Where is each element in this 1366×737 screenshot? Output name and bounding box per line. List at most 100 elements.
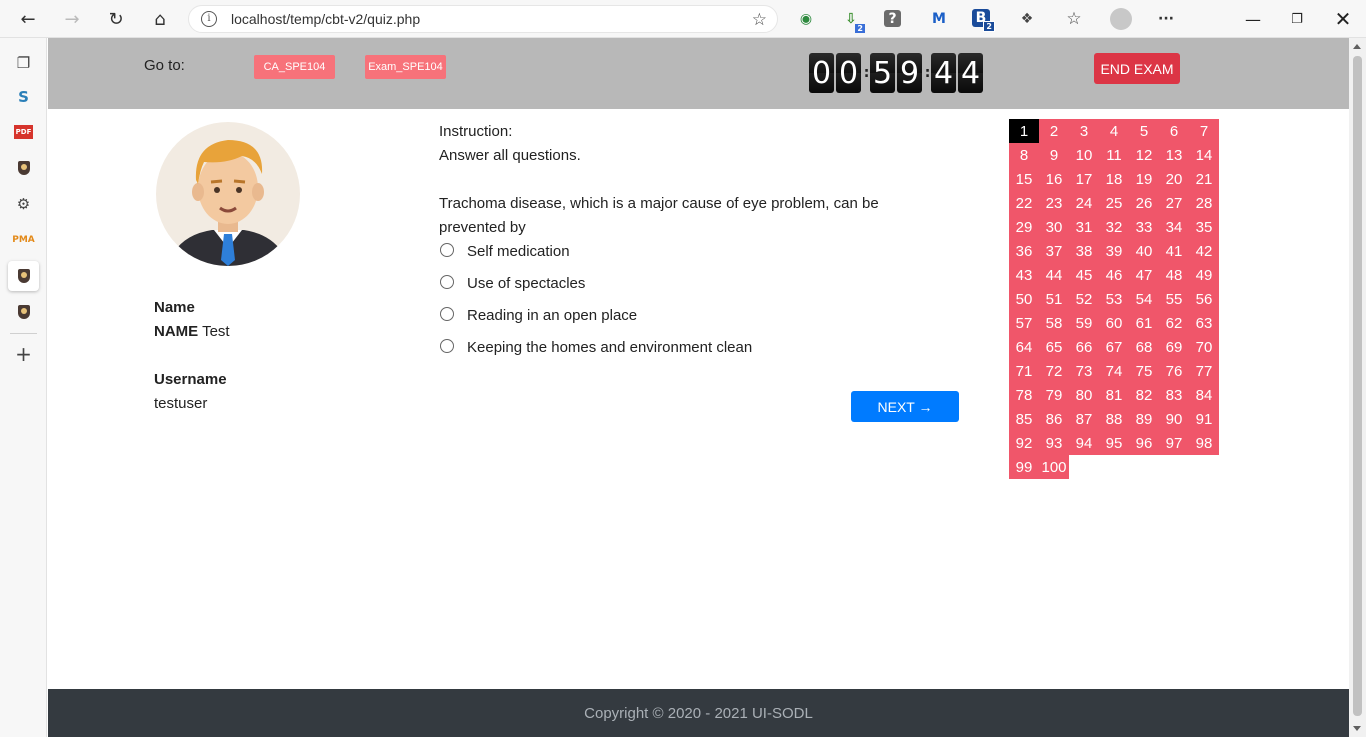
question-number-65[interactable]: 65 — [1039, 335, 1069, 359]
question-number-59[interactable]: 59 — [1069, 311, 1099, 335]
question-number-74[interactable]: 74 — [1099, 359, 1129, 383]
course-button-exam[interactable]: Exam_SPE104 — [365, 55, 446, 79]
question-number-2[interactable]: 2 — [1039, 119, 1069, 143]
question-number-52[interactable]: 52 — [1069, 287, 1099, 311]
question-number-43[interactable]: 43 — [1009, 263, 1039, 287]
question-number-66[interactable]: 66 — [1069, 335, 1099, 359]
question-number-25[interactable]: 25 — [1099, 191, 1129, 215]
question-number-51[interactable]: 51 — [1039, 287, 1069, 311]
extension-globe-icon[interactable]: ◉ — [795, 8, 817, 30]
favorites-icon[interactable]: ☆ — [1063, 8, 1085, 30]
question-number-56[interactable]: 56 — [1189, 287, 1219, 311]
question-number-85[interactable]: 85 — [1009, 407, 1039, 431]
question-number-79[interactable]: 79 — [1039, 383, 1069, 407]
site-info-icon[interactable]: i — [201, 11, 217, 27]
question-number-62[interactable]: 62 — [1159, 311, 1189, 335]
close-icon[interactable]: ✕ — [1328, 6, 1358, 32]
shield-app-icon[interactable] — [8, 153, 39, 183]
question-number-23[interactable]: 23 — [1039, 191, 1069, 215]
question-number-31[interactable]: 31 — [1069, 215, 1099, 239]
question-number-24[interactable]: 24 — [1069, 191, 1099, 215]
question-number-82[interactable]: 82 — [1129, 383, 1159, 407]
pdf-icon[interactable]: PDF — [8, 117, 39, 147]
restore-icon[interactable]: ❐ — [1282, 6, 1312, 32]
question-number-95[interactable]: 95 — [1099, 431, 1129, 455]
pma-icon[interactable]: PMA — [8, 225, 39, 255]
tabs-icon[interactable]: ❐ — [8, 48, 39, 78]
sync-s-icon[interactable]: S — [8, 82, 39, 112]
question-number-9[interactable]: 9 — [1039, 143, 1069, 167]
question-number-34[interactable]: 34 — [1159, 215, 1189, 239]
question-number-12[interactable]: 12 — [1129, 143, 1159, 167]
question-number-83[interactable]: 83 — [1159, 383, 1189, 407]
address-bar[interactable]: i localhost/temp/cbt-v2/quiz.php ☆ — [188, 5, 778, 33]
question-number-3[interactable]: 3 — [1069, 119, 1099, 143]
question-number-54[interactable]: 54 — [1129, 287, 1159, 311]
question-number-7[interactable]: 7 — [1189, 119, 1219, 143]
question-number-48[interactable]: 48 — [1159, 263, 1189, 287]
question-number-57[interactable]: 57 — [1009, 311, 1039, 335]
option-radio[interactable] — [440, 275, 454, 289]
question-number-75[interactable]: 75 — [1129, 359, 1159, 383]
question-number-78[interactable]: 78 — [1009, 383, 1039, 407]
question-number-90[interactable]: 90 — [1159, 407, 1189, 431]
end-exam-button[interactable]: END EXAM — [1094, 53, 1180, 84]
question-number-30[interactable]: 30 — [1039, 215, 1069, 239]
question-number-80[interactable]: 80 — [1069, 383, 1099, 407]
scroll-up-icon[interactable] — [1353, 44, 1361, 49]
question-number-19[interactable]: 19 — [1129, 167, 1159, 191]
question-number-36[interactable]: 36 — [1009, 239, 1039, 263]
back-icon[interactable]: ← — [14, 5, 42, 33]
question-number-46[interactable]: 46 — [1099, 263, 1129, 287]
question-number-35[interactable]: 35 — [1189, 215, 1219, 239]
scrollbar-thumb[interactable] — [1353, 56, 1362, 716]
question-number-17[interactable]: 17 — [1069, 167, 1099, 191]
question-number-26[interactable]: 26 — [1129, 191, 1159, 215]
question-number-18[interactable]: 18 — [1099, 167, 1129, 191]
question-number-97[interactable]: 97 — [1159, 431, 1189, 455]
question-number-5[interactable]: 5 — [1129, 119, 1159, 143]
question-number-41[interactable]: 41 — [1159, 239, 1189, 263]
page-scrollbar[interactable] — [1349, 38, 1366, 737]
next-button[interactable]: NEXT → — [851, 391, 959, 422]
question-number-39[interactable]: 39 — [1099, 239, 1129, 263]
shield-app-icon[interactable] — [8, 261, 39, 291]
question-number-98[interactable]: 98 — [1189, 431, 1219, 455]
question-number-69[interactable]: 69 — [1159, 335, 1189, 359]
extension-download-icon[interactable]: ⇩ 2 — [840, 8, 865, 33]
more-menu-icon[interactable]: ··· — [1155, 8, 1177, 30]
question-number-49[interactable]: 49 — [1189, 263, 1219, 287]
question-number-84[interactable]: 84 — [1189, 383, 1219, 407]
reload-icon[interactable]: ↻ — [102, 5, 130, 33]
question-number-76[interactable]: 76 — [1159, 359, 1189, 383]
question-number-67[interactable]: 67 — [1099, 335, 1129, 359]
question-number-81[interactable]: 81 — [1099, 383, 1129, 407]
question-number-89[interactable]: 89 — [1129, 407, 1159, 431]
question-number-87[interactable]: 87 — [1069, 407, 1099, 431]
question-number-4[interactable]: 4 — [1099, 119, 1129, 143]
question-number-33[interactable]: 33 — [1129, 215, 1159, 239]
question-number-94[interactable]: 94 — [1069, 431, 1099, 455]
add-favorite-icon[interactable]: ☆ — [752, 10, 767, 30]
question-number-88[interactable]: 88 — [1099, 407, 1129, 431]
question-number-38[interactable]: 38 — [1069, 239, 1099, 263]
option-radio[interactable] — [440, 243, 454, 257]
settings-gear-icon[interactable]: ⚙ — [8, 189, 39, 219]
question-number-42[interactable]: 42 — [1189, 239, 1219, 263]
scroll-down-icon[interactable] — [1353, 726, 1361, 731]
question-number-37[interactable]: 37 — [1039, 239, 1069, 263]
question-number-22[interactable]: 22 — [1009, 191, 1039, 215]
extension-b-icon[interactable]: B 2 — [972, 9, 995, 32]
question-number-96[interactable]: 96 — [1129, 431, 1159, 455]
question-number-64[interactable]: 64 — [1009, 335, 1039, 359]
add-icon[interactable]: + — [8, 339, 39, 369]
course-button-ca[interactable]: CA_SPE104 — [254, 55, 335, 79]
forward-icon[interactable]: → — [58, 5, 86, 33]
option-item[interactable]: Keeping the homes and environment clean — [439, 332, 939, 364]
question-number-92[interactable]: 92 — [1009, 431, 1039, 455]
question-number-61[interactable]: 61 — [1129, 311, 1159, 335]
option-item[interactable]: Reading in an open place — [439, 300, 939, 332]
question-number-47[interactable]: 47 — [1129, 263, 1159, 287]
question-number-1[interactable]: 1 — [1009, 119, 1039, 143]
question-number-58[interactable]: 58 — [1039, 311, 1069, 335]
